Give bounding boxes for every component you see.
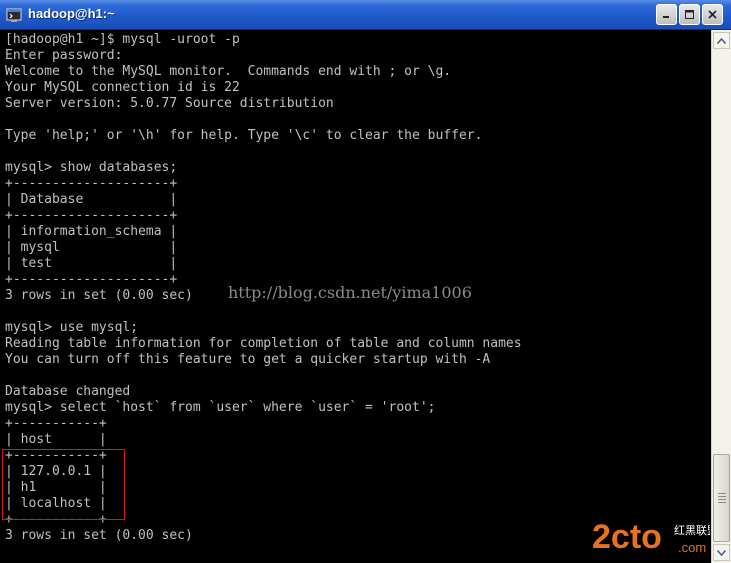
scroll-thumb[interactable]	[713, 454, 730, 542]
close-button[interactable]	[702, 4, 723, 25]
window-title: hadoop@h1:~	[28, 6, 115, 21]
logo-tag: 红黑联盟	[674, 524, 710, 537]
scroll-down-button[interactable]	[713, 544, 730, 561]
terminal-line: | information_schema |	[5, 224, 178, 239]
arrow-up-icon	[717, 37, 726, 44]
terminal-line: You can turn off this feature to get a q…	[5, 352, 491, 367]
terminal-line: [hadoop@h1 ~]$ mysql -uroot -p	[5, 32, 240, 47]
terminal-line: | mysql |	[5, 240, 178, 255]
close-icon	[708, 10, 717, 19]
grip-line	[718, 502, 726, 503]
minimize-icon	[663, 16, 669, 18]
terminal-line: 3 rows in set (0.00 sec)	[5, 528, 193, 543]
scroll-up-button[interactable]	[713, 32, 730, 49]
grip-line	[718, 499, 726, 500]
logo-suffix: .com	[678, 540, 706, 555]
window-controls	[656, 4, 723, 25]
highlight-box	[2, 449, 125, 520]
grip-line	[718, 496, 726, 497]
terminal-line: Enter password:	[5, 48, 123, 63]
terminal-line: | Database |	[5, 192, 178, 207]
terminal-line: +-----------+	[5, 416, 107, 431]
terminal-line: Database changed	[5, 384, 131, 399]
terminal-line: Your MySQL connection id is 22	[5, 80, 240, 95]
title-bar[interactable]: hadoop@h1:~	[0, 0, 731, 30]
terminal-line: Type 'help;' or '\h' for help. Type '\c'…	[5, 128, 483, 143]
minimize-button[interactable]	[656, 4, 677, 25]
vertical-scrollbar[interactable]	[711, 30, 731, 563]
terminal-app-icon	[6, 8, 22, 22]
maximize-button[interactable]	[679, 4, 700, 25]
terminal-line: +--------------------+	[5, 208, 178, 223]
terminal-line: +--------------------+	[5, 176, 178, 191]
site-logo: 2cto 红黑联盟 .com	[592, 518, 710, 556]
grip-line	[718, 493, 726, 494]
terminal-line: | test |	[5, 256, 178, 271]
arrow-down-icon	[717, 549, 726, 556]
terminal-line: mysql> select `host` from `user` where `…	[5, 400, 436, 415]
terminal-line: mysql> show databases;	[5, 160, 178, 175]
watermark-url: http://blog.csdn.net/yima1006	[228, 283, 472, 302]
terminal-line: Server version: 5.0.77 Source distributi…	[5, 96, 334, 111]
terminal-line: | host |	[5, 432, 107, 447]
terminal-line: Welcome to the MySQL monitor. Commands e…	[5, 64, 452, 79]
terminal-line: mysql> use mysql;	[5, 320, 139, 335]
terminal-line: Reading table information for completion…	[5, 336, 522, 351]
maximize-icon	[685, 10, 694, 19]
logo-brand: 2cto	[592, 518, 662, 556]
